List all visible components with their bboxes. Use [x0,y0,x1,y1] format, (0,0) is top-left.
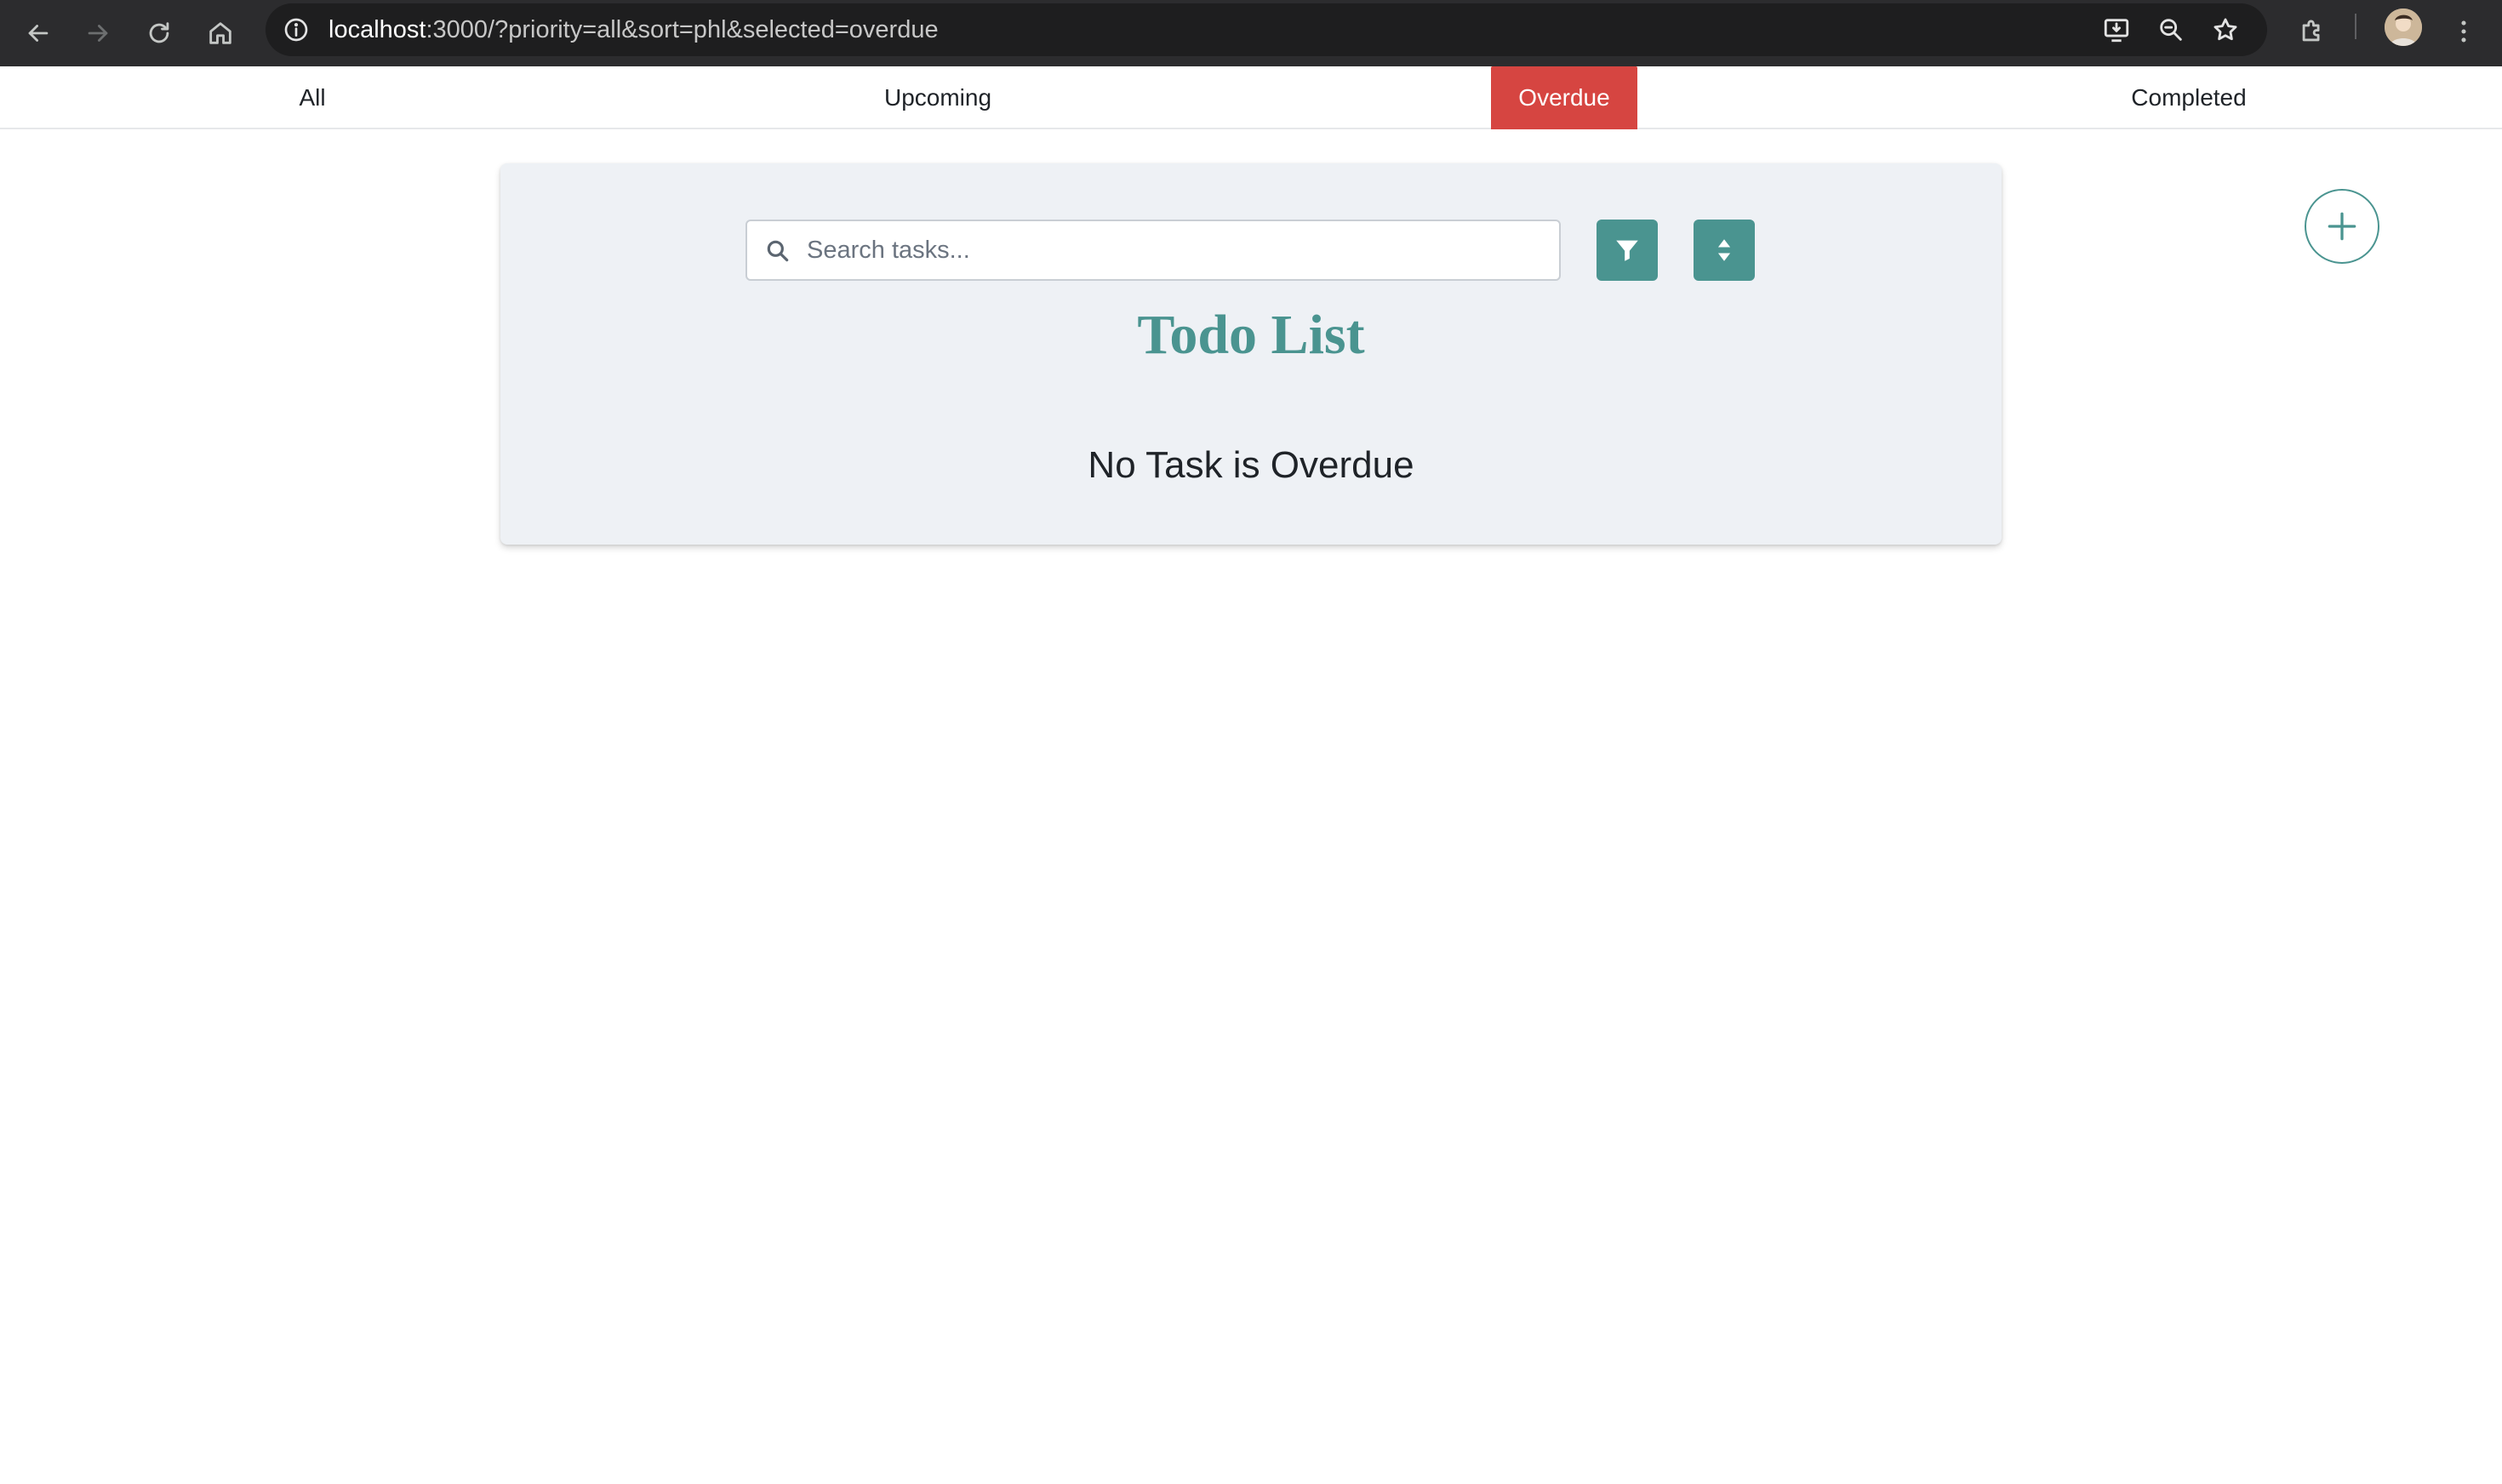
tab-completed[interactable]: Completed [2105,66,2272,129]
address-bar[interactable]: localhost:3000/?priority=all&sort=phl&se… [266,3,2267,56]
home-button[interactable] [199,12,242,54]
browser-menu-button[interactable] [2442,10,2485,53]
install-app-icon [2104,19,2129,43]
url-host: localhost [328,16,426,43]
task-filter-tabs: All Upcoming Overdue Completed [0,66,2502,129]
browser-toolbar: localhost:3000/?priority=all&sort=phl&se… [0,0,2502,66]
toolbar-divider [2355,14,2356,39]
filter-icon [1616,240,1638,261]
home-icon [209,22,231,44]
profile-avatar[interactable] [2385,9,2422,46]
reload-icon [149,22,169,43]
url-text[interactable]: localhost:3000/?priority=all&sort=phl&se… [328,3,939,56]
todo-card: Todo List No Task is Overdue [500,163,2002,545]
sort-button[interactable] [1694,220,1755,281]
kebab-menu-icon [2461,20,2466,43]
empty-state-message: No Task is Overdue [1088,444,1414,486]
search-box [745,220,1561,281]
zoom-button[interactable] [2153,12,2189,48]
back-button[interactable] [17,12,60,54]
install-app-button[interactable] [2099,12,2134,48]
search-icon [763,236,793,266]
filter-button[interactable] [1597,220,1658,281]
url-path: :3000/?priority=all&sort=phl&selected=ov… [426,16,939,43]
bookmark-button[interactable] [2208,12,2243,48]
star-icon [2214,18,2237,41]
site-info-button[interactable] [281,14,311,45]
tab-overdue[interactable]: Overdue [1491,66,1637,129]
info-icon [284,18,308,42]
extensions-button[interactable] [2291,10,2333,53]
zoom-out-icon [2160,19,2182,41]
reload-button[interactable] [138,12,180,54]
search-input[interactable] [805,221,1545,279]
tab-all[interactable]: All [255,66,369,129]
forward-button[interactable] [77,12,119,54]
page-title: Todo List [1137,304,1365,366]
arrow-left-icon [28,25,49,42]
tab-upcoming[interactable]: Upcoming [851,66,1025,129]
arrow-right-icon [88,25,108,42]
plus-icon [2328,212,2356,241]
sort-icon [1717,239,1731,261]
add-task-button[interactable] [2305,189,2379,264]
avatar-image [2385,9,2422,46]
puzzle-icon [2302,20,2320,42]
